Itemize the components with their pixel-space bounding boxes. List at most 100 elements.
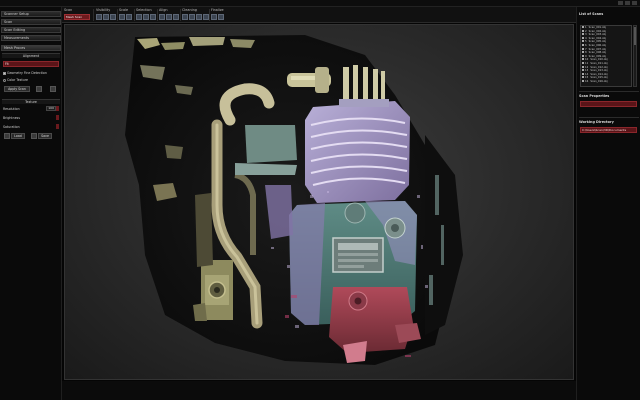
3d-viewport[interactable] (64, 24, 574, 380)
close-icon[interactable] (632, 1, 637, 5)
checkbox-icon[interactable] (582, 51, 584, 54)
scan-id: 13 (585, 69, 589, 73)
layers-icon[interactable] (103, 14, 109, 20)
brightness-label: Brightness (3, 116, 20, 120)
eraser-icon[interactable] (189, 14, 195, 20)
scan-name: Scan_013.obj (590, 69, 608, 73)
brush-icon[interactable] (182, 14, 188, 20)
save-button[interactable]: Save (38, 133, 52, 139)
main-toolbar: Scan Mesh Scan Visibility Scale Selectio… (62, 7, 576, 23)
scans-list-scrollbar[interactable] (633, 25, 637, 87)
toolbar-group-scale: Scale (119, 8, 133, 22)
merge-icon[interactable] (166, 14, 172, 20)
checkbox-icon[interactable] (582, 36, 584, 39)
texture-icon[interactable] (218, 14, 224, 20)
checkbox-icon[interactable] (582, 58, 584, 61)
load-button[interactable]: Load (11, 133, 25, 139)
checkbox-icon[interactable] (582, 29, 584, 32)
checkbox-icon[interactable] (582, 33, 584, 36)
toolbar-group-label: Selection (136, 8, 152, 12)
maximize-icon[interactable] (625, 1, 630, 5)
section-mesh-process[interactable]: Mesh Proces (1, 45, 61, 51)
checkbox-icon[interactable] (582, 72, 584, 75)
checkbox-icon[interactable] (582, 40, 584, 43)
toolbar-group-label: Visibility (96, 8, 111, 12)
radio-icon[interactable] (3, 78, 6, 82)
window-title-bar (0, 0, 640, 7)
toolbar-group-label: Cleaning (182, 8, 197, 12)
scan-name: Scan_008.obj (588, 51, 606, 55)
divider (579, 117, 639, 118)
left-panel: Scanner Setup Scan Scan Editing Measurem… (0, 7, 62, 400)
settings-icon[interactable] (50, 86, 56, 92)
refresh-icon[interactable] (36, 86, 42, 92)
tab-scan[interactable]: Scan (1, 19, 61, 25)
subsection-texture: Texture (2, 99, 60, 104)
checkbox-icon[interactable] (582, 61, 584, 64)
toolbar-separator (134, 9, 135, 21)
minimize-icon[interactable] (618, 1, 623, 5)
toolbar-separator (93, 9, 94, 21)
checkbox-icon[interactable] (582, 76, 584, 79)
scan-mode-select[interactable]: Mesh Scan (64, 14, 90, 20)
scanned-engine-model[interactable] (65, 25, 574, 380)
scan-id: 6 (585, 43, 587, 47)
toolbar-group-label: Scan (64, 8, 73, 12)
apply-scan-button[interactable]: Apply Scan (4, 86, 30, 92)
scan-name: Scan_015.obj (590, 76, 608, 80)
checkbox-icon[interactable] (582, 79, 584, 82)
resolution-spinner[interactable] (56, 106, 59, 111)
color-option[interactable]: Color Texture (3, 77, 60, 83)
scan-name: Scan_016.obj (590, 79, 608, 83)
divider (579, 91, 639, 92)
checkbox-icon[interactable] (582, 69, 584, 72)
saturation-spinner[interactable] (56, 124, 59, 129)
checkbox-icon[interactable] (582, 47, 584, 50)
toolbar-group-scan: Scan Mesh Scan (64, 8, 94, 22)
saturation-label: Saturation (3, 125, 20, 129)
tab-measurements[interactable]: Measurements (1, 35, 61, 41)
scan-properties-title: Scan Properties (579, 94, 610, 98)
lasso-icon[interactable] (143, 14, 149, 20)
alignment-field[interactable]: Fit (3, 61, 59, 67)
ruler-icon[interactable] (126, 14, 132, 20)
toolbar-group-label: Finalize (211, 8, 224, 12)
geometry-option[interactable]: Geometry Fine Detection (3, 70, 60, 76)
scale-icon[interactable] (119, 14, 125, 20)
checkbox-icon[interactable] (582, 43, 584, 46)
mesh-icon[interactable] (211, 14, 217, 20)
checkbox-icon[interactable] (582, 26, 584, 28)
points-icon[interactable] (110, 14, 116, 20)
scan-name: Scan_001.obj (588, 26, 606, 29)
brightness-row: Brightness (3, 115, 60, 121)
deselect-icon[interactable] (150, 14, 156, 20)
toolbar-group-align: Align (159, 8, 179, 22)
checkbox-icon[interactable] (582, 54, 584, 57)
scan-name: Scan_005.obj (588, 40, 606, 44)
eye-icon[interactable] (96, 14, 102, 20)
select-rect-icon[interactable] (136, 14, 142, 20)
resolution-input[interactable]: 100 (46, 106, 56, 111)
saturation-row: Saturation (3, 124, 60, 130)
brightness-spinner[interactable] (56, 115, 59, 120)
folder-open-icon[interactable] (4, 133, 10, 139)
scans-list[interactable]: 1 Scan_001.obj 2 Scan_002.obj 3 Scan_003.obj 4… (580, 25, 632, 87)
align-icon[interactable] (159, 14, 165, 20)
tab-scanner-setup[interactable]: Scanner Setup (1, 11, 61, 17)
right-panel: List of Scans 1 Scan_001.obj 2 Scan_002.obj… (576, 7, 640, 400)
filter-icon[interactable] (196, 14, 202, 20)
checkbox-icon[interactable] (3, 71, 6, 75)
scan-id: 10 (585, 58, 589, 62)
checkbox-icon[interactable] (582, 65, 584, 68)
color-option-label: Color Texture (7, 78, 29, 82)
scrollbar-thumb[interactable] (634, 27, 636, 45)
tab-scan-editing[interactable]: Scan Editing (1, 27, 61, 33)
scan-list-item[interactable]: 16 Scan_016.obj (581, 79, 631, 84)
working-directory-field[interactable]: C:\Users\Scan\3D\Documents (580, 127, 637, 133)
snap-icon[interactable] (173, 14, 179, 20)
disk-icon[interactable] (31, 133, 37, 139)
scan-properties-field[interactable] (580, 101, 637, 107)
scan-id: 16 (585, 79, 589, 83)
subsection-alignment: Alignment (2, 53, 60, 58)
resolution-row: Resolution 100 (3, 106, 60, 112)
